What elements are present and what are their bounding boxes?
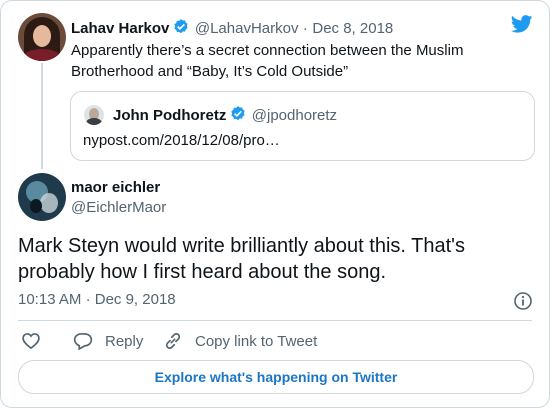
reply-author-handle[interactable]: @EichlerMaor xyxy=(71,199,166,216)
reply-button[interactable]: Reply xyxy=(73,331,143,351)
parent-author-name[interactable]: Lahav Harkov xyxy=(71,20,169,37)
link-icon xyxy=(165,333,181,349)
quoted-tweet-link[interactable]: nypost.com/2018/12/08/pro… xyxy=(83,132,280,149)
explore-twitter-button[interactable]: Explore what's happening on Twitter xyxy=(18,360,534,394)
verified-badge-icon xyxy=(229,105,247,128)
parent-tweet-header: Lahav Harkov @LahavHarkov · Dec 8, 2018 xyxy=(71,18,393,41)
quoted-tweet-header: John Podhoretz @jpodhoretz xyxy=(113,105,337,128)
twitter-bird-icon[interactable] xyxy=(510,15,533,38)
speech-bubble-icon xyxy=(73,333,93,351)
copy-link-label: Copy link to Tweet xyxy=(195,332,318,350)
copy-link-button[interactable]: Copy link to Tweet xyxy=(163,331,317,351)
meta-separator: · xyxy=(302,20,308,37)
reply-label: Reply xyxy=(105,332,144,350)
info-icon[interactable] xyxy=(513,291,533,316)
parent-tweet-text: Apparently there’s a secret connection b… xyxy=(71,42,464,80)
like-button[interactable] xyxy=(21,331,41,351)
reply-author-name[interactable]: maor eichler xyxy=(71,179,160,196)
avatar-lahav-harkov[interactable] xyxy=(18,13,66,61)
reply-tweet-time: 10:13 AM xyxy=(18,291,82,308)
tweet-actions: Reply Copy link to Tweet xyxy=(1,331,549,353)
meta-separator: · xyxy=(85,291,91,308)
quoted-author-handle: @jpodhoretz xyxy=(251,107,338,124)
verified-badge-icon xyxy=(172,18,190,41)
reply-tweet-text: Mark Steyn would write brilliantly about… xyxy=(18,235,465,283)
quoted-author-name: John Podhoretz xyxy=(113,107,227,124)
divider xyxy=(18,320,532,321)
reply-tweet-date: Dec 9, 2018 xyxy=(94,291,176,308)
quoted-tweet-card[interactable]: John Podhoretz @jpodhoretz nypost.com/20… xyxy=(70,91,535,161)
reply-tweet-timestamp[interactable]: 10:13 AM · Dec 9, 2018 xyxy=(18,291,176,308)
parent-author-handle[interactable]: @LahavHarkov xyxy=(195,20,299,37)
avatar-maor-eichler[interactable] xyxy=(18,173,66,221)
parent-tweet-date[interactable]: Dec 8, 2018 xyxy=(312,20,393,37)
tweet-embed-card: Lahav Harkov @LahavHarkov · Dec 8, 2018 … xyxy=(0,0,550,408)
avatar-john-podhoretz xyxy=(84,105,104,125)
thread-connector-line xyxy=(41,63,43,169)
heart-icon xyxy=(22,333,40,350)
